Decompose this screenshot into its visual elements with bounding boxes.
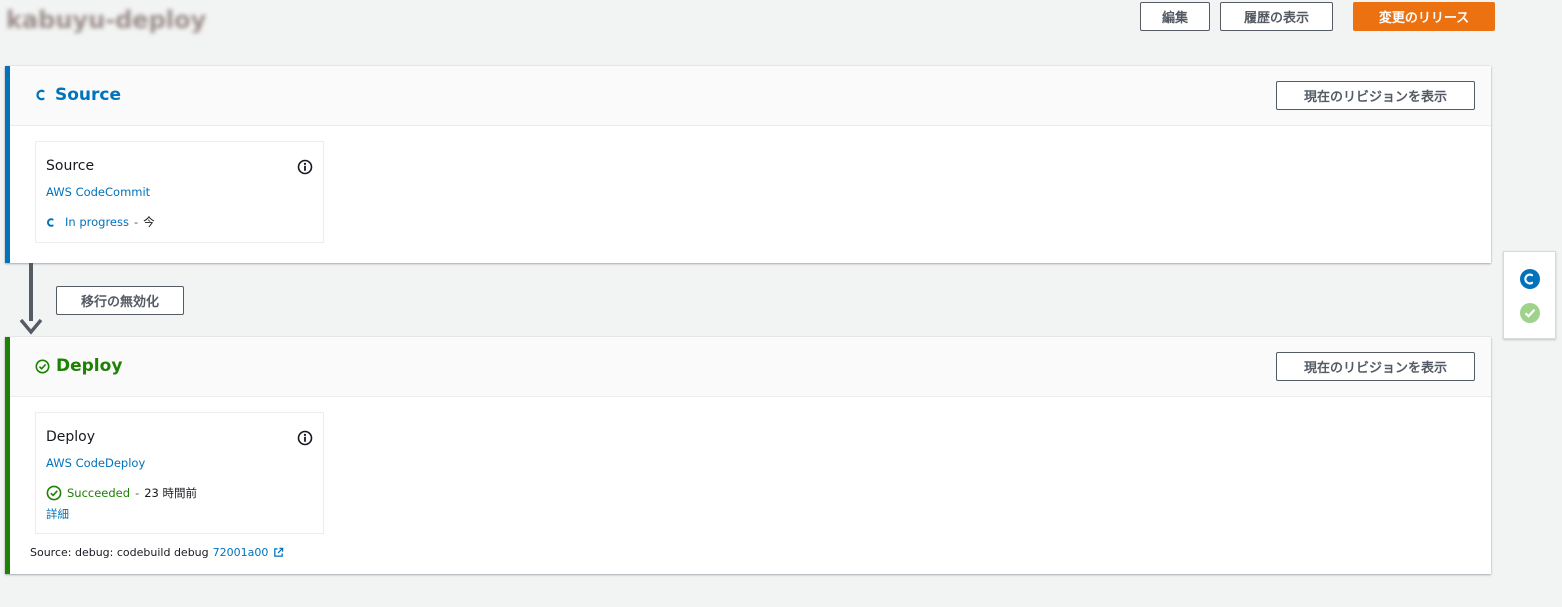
stage-name: Deploy [56,356,123,376]
action-provider-link[interactable]: AWS CodeCommit [46,185,150,199]
commit-link[interactable]: 72001a00 [213,546,269,559]
action-card: Source AWS CodeCommit In progress - 今 [35,141,324,243]
action-status: In progress - 今 [46,214,155,230]
source-revision-info: Source: debug: codebuild debug 72001a00 [30,546,284,559]
action-provider-link[interactable]: AWS CodeDeploy [46,456,145,470]
status-text: In progress [65,215,129,229]
info-icon[interactable] [297,430,313,450]
transition-arrow-icon [19,318,43,335]
page-title: kabuyu-deploy [6,6,207,34]
action-card: Deploy AWS CodeDeploy Succeeded - 23 時間前… [35,412,324,534]
details-link[interactable]: 詳細 [46,506,69,522]
disable-transition-button[interactable]: 移行の無効化 [56,286,184,315]
in-progress-icon[interactable] [1519,268,1541,290]
stage-source: Source 現在のリビジョンを表示 Source AWS CodeCommit… [5,66,1491,263]
external-link-icon[interactable] [273,547,284,558]
edit-button[interactable]: 編集 [1140,2,1210,31]
status-time: 23 時間前 [144,486,198,500]
view-history-button[interactable]: 履歴の表示 [1220,2,1333,31]
in-progress-icon [35,88,49,102]
status-text: Succeeded [67,486,131,500]
source-revision-text: Source: debug: codebuild debug [30,546,209,559]
stage-title: Source [35,85,121,105]
status-separator: - [135,486,140,500]
view-current-revision-button[interactable]: 現在のリビジョンを表示 [1276,352,1475,381]
stage-header: Source 現在のリビジョンを表示 [10,66,1491,126]
release-change-button[interactable]: 変更のリリース [1353,2,1495,31]
succeeded-icon[interactable] [1519,302,1541,324]
action-status: Succeeded - 23 時間前 [46,485,197,501]
stage-status-navigator [1503,251,1556,339]
in-progress-icon [46,217,57,228]
succeeded-icon [35,359,50,374]
stage-title: Deploy [35,356,122,376]
info-icon[interactable] [297,159,313,179]
stage-header: Deploy 現在のリビジョンを表示 [10,337,1491,397]
transition-arrow-line [29,263,33,321]
action-name: Deploy [46,429,96,445]
action-name: Source [46,158,95,174]
status-separator: - [133,215,139,229]
stage-deploy: Deploy 現在のリビジョンを表示 Deploy AWS CodeDeploy… [5,337,1491,574]
view-current-revision-button[interactable]: 現在のリビジョンを表示 [1276,81,1475,110]
stage-name: Source [55,85,122,105]
status-time: 今 [143,215,155,229]
succeeded-icon [46,485,62,501]
